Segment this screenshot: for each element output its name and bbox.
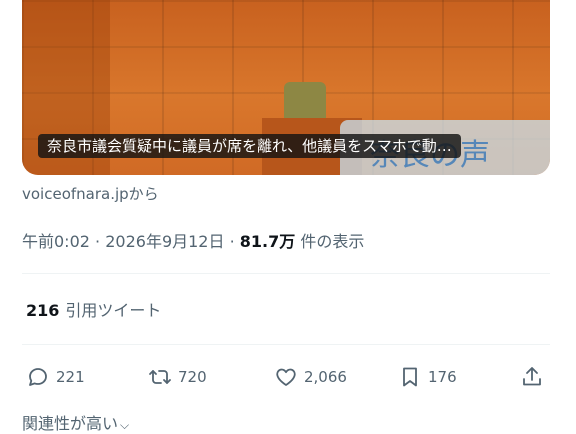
reply-button[interactable]: 221 [26, 362, 85, 392]
like-button[interactable]: 2,066 [274, 362, 347, 392]
tweet-date[interactable]: 2026年9月12日 [105, 232, 224, 251]
meta-separator: · [229, 232, 235, 251]
action-bar: 221 720 2,066 176 [22, 362, 550, 392]
view-count-label: 件の表示 [300, 232, 365, 251]
sort-label: 関連性が高い [22, 414, 119, 433]
like-count: 2,066 [304, 368, 347, 386]
chair-shape [284, 82, 326, 122]
share-icon [523, 367, 541, 386]
bookmark-button[interactable]: 176 [398, 362, 457, 392]
tweet-time[interactable]: 午前0:02 [22, 232, 90, 251]
card-caption: 奈良市議会質疑中に議員が席を離れ、他議員をスマホで動… [38, 134, 461, 158]
divider [22, 344, 550, 345]
quote-label: 引用ツイート [65, 301, 162, 320]
retweet-icon [149, 370, 171, 384]
retweet-button[interactable]: 720 [148, 362, 207, 392]
retweet-count: 720 [178, 368, 207, 386]
share-button[interactable] [520, 362, 544, 392]
quote-count: 216 [26, 301, 60, 320]
heart-icon [276, 368, 296, 386]
meta-separator: · [95, 232, 101, 251]
reply-count: 221 [56, 368, 85, 386]
bookmark-count: 176 [428, 368, 457, 386]
link-card-image[interactable]: 奈良の声 奈良市議会質疑中に議員が席を離れ、他議員をスマホで動… [22, 0, 550, 175]
sort-relevance-dropdown[interactable]: 関連性が高い ⌵ [22, 410, 129, 434]
divider [22, 273, 550, 274]
bookmark-icon [403, 367, 417, 387]
view-count: 81.7万 [239, 232, 296, 251]
reply-icon [29, 368, 47, 386]
quote-tweets-link[interactable]: 216 引用ツイート [26, 297, 161, 321]
tweet-meta: 午前0:02 · 2026年9月12日 · 81.7万 件の表示 [22, 228, 364, 252]
card-source-link[interactable]: voiceofnara.jpから [22, 183, 159, 204]
